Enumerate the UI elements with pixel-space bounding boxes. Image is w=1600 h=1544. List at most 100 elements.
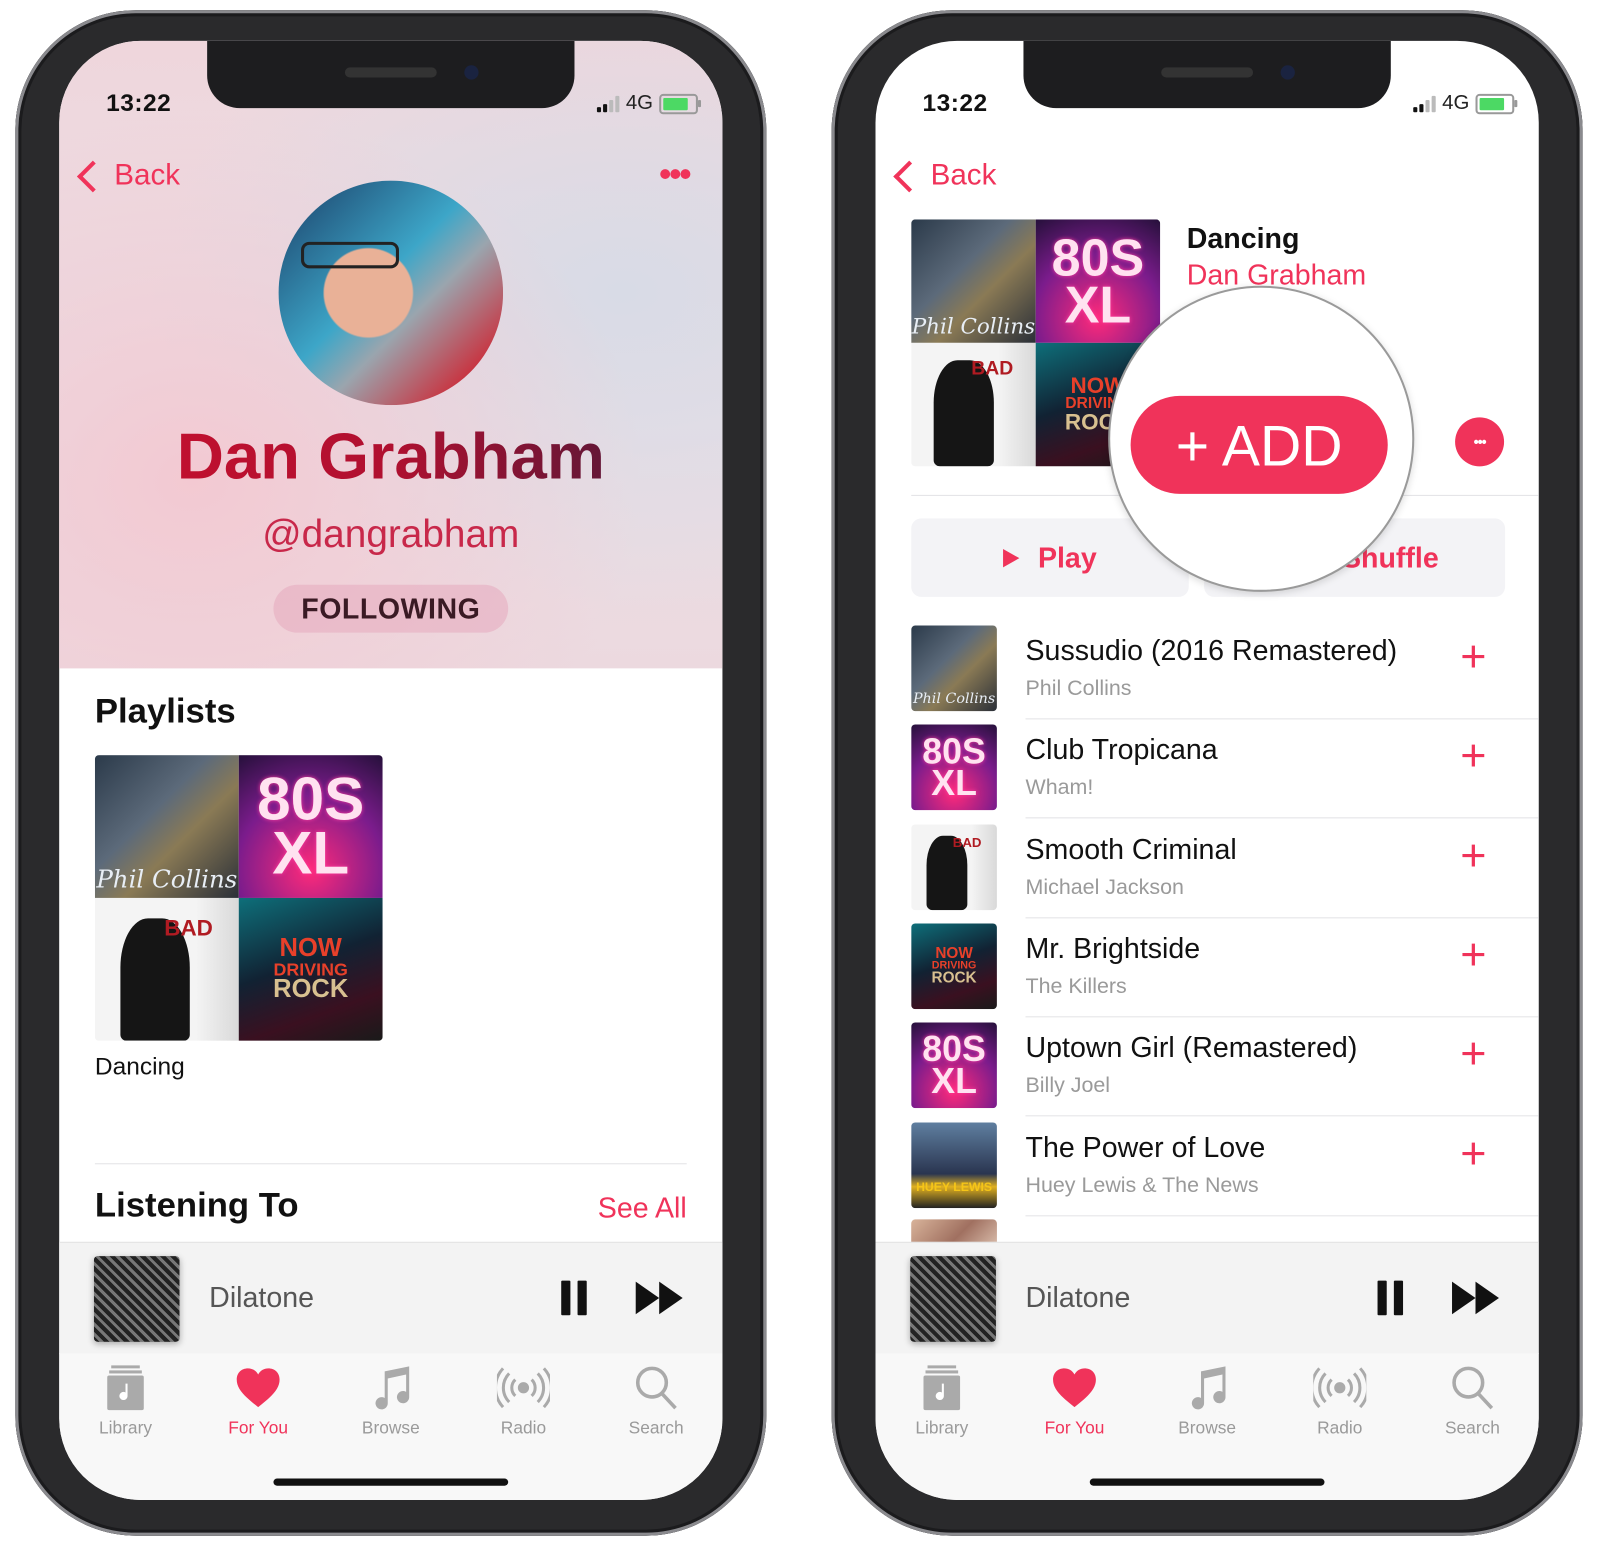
cover-now-driving-rock: NOW DRIVING ROCK xyxy=(911,923,997,1010)
track-title: The Power of Love xyxy=(1025,1131,1266,1163)
tab-search[interactable]: Search xyxy=(1406,1361,1539,1439)
skip-forward-button[interactable] xyxy=(635,1281,683,1315)
signal-icon xyxy=(1413,95,1437,112)
network-label: 4G xyxy=(625,91,654,115)
tab-browse[interactable]: Browse xyxy=(1141,1361,1274,1439)
track-artist: Phil Collins xyxy=(1025,676,1132,700)
avatar xyxy=(278,180,504,406)
status-icons: 4G xyxy=(1413,91,1518,115)
tab-label: For You xyxy=(1044,1418,1105,1438)
phone-profile: 13:22 4G Back ••• Dan Grabham @dangrabha… xyxy=(15,10,767,1536)
cover-80s-xl: 80S XL xyxy=(238,755,383,898)
mini-player[interactable]: Dilatone xyxy=(875,1241,1539,1355)
track-row[interactable]: 80S XL Club Tropicana Wham! + xyxy=(911,720,1539,819)
music-note-icon xyxy=(324,1361,457,1414)
back-button[interactable]: Back xyxy=(892,159,997,193)
tab-label: Radio xyxy=(500,1418,547,1438)
back-button[interactable]: Back xyxy=(76,159,180,193)
tab-label: Radio xyxy=(1317,1418,1363,1438)
see-all-link[interactable]: See All xyxy=(598,1192,687,1225)
radio-icon xyxy=(1273,1361,1406,1414)
notch xyxy=(1023,40,1391,109)
cover-phil-collins: Phil Collins xyxy=(911,219,1036,343)
track-row[interactable]: NOW DRIVING ROCK Mr. Brightside The Killer… xyxy=(911,918,1539,1018)
plus-icon: + xyxy=(1460,929,1487,980)
tab-search[interactable]: Search xyxy=(590,1361,723,1439)
battery-charging-icon xyxy=(659,93,702,114)
radio-icon xyxy=(457,1361,590,1414)
track-artist: Billy Joel xyxy=(1025,1073,1111,1098)
status-time: 13:22 xyxy=(106,89,172,118)
track-title: Uptown Girl (Remastered) xyxy=(1025,1031,1358,1064)
track-row[interactable]: 80S XL Uptown Girl (Remastered) Billy Joe… xyxy=(911,1018,1539,1117)
play-icon xyxy=(1003,548,1020,567)
search-icon xyxy=(1406,1361,1539,1414)
plus-icon: + xyxy=(1460,1028,1487,1079)
more-options-button[interactable]: ••• xyxy=(1455,417,1505,467)
now-playing-artwork xyxy=(910,1256,996,1342)
now-playing-title: Dilatone xyxy=(209,1281,315,1314)
cover-80s-xl: 80S XL xyxy=(911,724,997,811)
now-playing-title: Dilatone xyxy=(1025,1281,1131,1314)
track-title: Smooth Criminal xyxy=(1025,833,1237,865)
track-row[interactable]: HUEY LEWIS The Power of Love Huey Lewis … xyxy=(911,1117,1539,1216)
tab-radio[interactable]: Radio xyxy=(457,1361,590,1439)
track-artwork: NOW DRIVING ROCK xyxy=(911,923,997,1010)
tab-for-you[interactable]: For You xyxy=(192,1361,325,1439)
home-indicator xyxy=(1089,1478,1325,1486)
ellipsis-icon: ••• xyxy=(659,155,691,194)
add-label: + ADD xyxy=(1175,412,1343,478)
tab-label: For You xyxy=(228,1418,289,1438)
add-track-button[interactable]: + xyxy=(1460,1131,1486,1176)
track-artist: Michael Jackson xyxy=(1025,875,1184,899)
skip-forward-button[interactable] xyxy=(1452,1281,1499,1315)
divider xyxy=(94,1163,687,1165)
tab-for-you[interactable]: For You xyxy=(1008,1361,1141,1439)
pause-button[interactable] xyxy=(561,1280,588,1316)
tab-label: Browse xyxy=(361,1418,420,1438)
add-track-button[interactable]: + xyxy=(1460,833,1486,878)
add-track-button[interactable]: + xyxy=(1460,932,1486,978)
more-options-button[interactable]: ••• xyxy=(659,155,691,195)
following-label: FOLLOWING xyxy=(301,592,481,624)
cover-now-driving-rock: NOW DRIVING ROCK xyxy=(238,897,383,1041)
status-icons: 4G xyxy=(597,91,702,115)
tab-radio[interactable]: Radio xyxy=(1273,1361,1406,1439)
tab-label: Browse xyxy=(1178,1418,1237,1438)
track-artwork: BAD xyxy=(911,824,997,910)
mini-player[interactable]: Dilatone xyxy=(59,1241,723,1355)
search-icon xyxy=(590,1361,723,1414)
music-note-icon xyxy=(1141,1361,1274,1414)
track-artist: The Killers xyxy=(1025,974,1127,998)
tab-library[interactable]: Library xyxy=(59,1361,192,1439)
profile-handle: @dangrabham xyxy=(262,513,520,557)
library-icon xyxy=(59,1361,192,1414)
tab-browse[interactable]: Browse xyxy=(324,1361,457,1439)
track-artist: Wham! xyxy=(1025,775,1094,800)
chevron-left-icon xyxy=(76,160,109,192)
ellipsis-icon: ••• xyxy=(1473,433,1487,450)
cover-80s-xl: 80S XL xyxy=(1035,219,1161,343)
playlist-title[interactable]: Dancing xyxy=(95,1053,185,1082)
heart-icon xyxy=(1008,1361,1141,1414)
add-track-button[interactable]: + xyxy=(1460,733,1486,779)
track-title: Sussudio (2016 Remastered) xyxy=(1025,634,1398,667)
following-button[interactable]: FOLLOWING xyxy=(273,584,509,633)
library-icon xyxy=(876,1361,1009,1414)
add-playlist-button[interactable]: + ADD xyxy=(1130,395,1388,494)
playlist-dancing-artwork[interactable]: Phil Collins 80S XL BAD NOW DRIVING ROCK xyxy=(94,755,383,1041)
notch xyxy=(207,40,575,109)
playlist-title: Dancing xyxy=(1186,222,1300,255)
add-track-button[interactable]: + xyxy=(1460,634,1486,680)
tab-label: Search xyxy=(628,1418,684,1438)
back-label: Back xyxy=(930,159,997,192)
track-title: Club Tropicana xyxy=(1025,733,1218,766)
track-row[interactable]: Phil Collins Sussudio (2016 Remastered) … xyxy=(911,620,1539,720)
plus-icon: + xyxy=(1460,1128,1487,1179)
add-track-button[interactable]: + xyxy=(1460,1028,1487,1079)
track-row[interactable]: BAD Smooth Criminal Michael Jackson + xyxy=(911,819,1539,918)
pause-button[interactable] xyxy=(1377,1280,1405,1316)
listening-to-heading: Listening To xyxy=(94,1185,299,1225)
network-label: 4G xyxy=(1442,91,1470,115)
tab-library[interactable]: Library xyxy=(876,1361,1009,1439)
